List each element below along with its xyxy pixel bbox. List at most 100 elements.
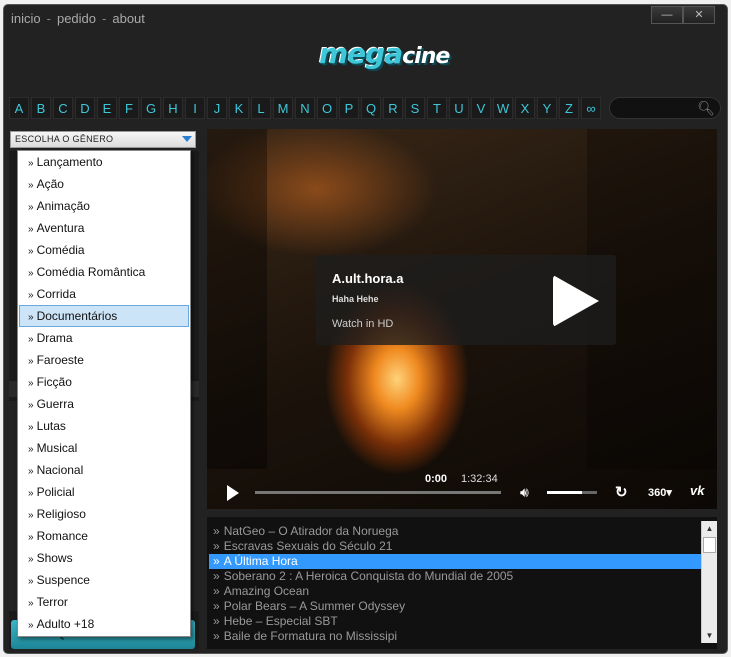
alphabet-letter-y[interactable]: Y <box>537 97 557 119</box>
genre-option[interactable]: » Ficção <box>19 371 189 393</box>
alphabet-letter-v[interactable]: V <box>471 97 491 119</box>
genre-select[interactable]: ESCOLHA O GÊNERO <box>10 131 196 148</box>
bullet-icon: » <box>28 224 34 235</box>
alphabet-letter-all[interactable]: ∞ <box>581 97 601 119</box>
bullet-icon: » <box>28 180 34 191</box>
genre-option[interactable]: » Documentários <box>19 305 189 327</box>
genre-option-label: Drama <box>36 331 73 345</box>
alphabet-letter-w[interactable]: W <box>493 97 513 119</box>
genre-option[interactable]: » Romance <box>19 525 189 547</box>
genre-option[interactable]: » Guerra <box>19 393 189 415</box>
playlist-item[interactable]: » Polar Bears – A Summer Odyssey <box>209 599 701 614</box>
nav-inicio[interactable]: inicio <box>11 11 41 26</box>
progress-bar[interactable] <box>255 491 501 494</box>
genre-option[interactable]: » Ação <box>19 173 189 195</box>
alphabet-letter-h[interactable]: H <box>163 97 183 119</box>
volume-fill <box>547 491 582 494</box>
genre-option[interactable]: » Comédia Romântica <box>19 261 189 283</box>
bullet-icon: » <box>28 620 34 631</box>
volume-icon[interactable]: 🔊︎ <box>520 484 529 501</box>
nav-about[interactable]: about <box>112 11 145 26</box>
playlist-item[interactable]: » Baile de Formatura no Mississipi <box>209 629 701 644</box>
chevron-down-icon[interactable] <box>182 136 192 142</box>
bullet-icon: » <box>28 378 34 389</box>
genre-option[interactable]: » Policial <box>19 481 189 503</box>
video-title[interactable]: A.ult.hora.a <box>332 271 404 286</box>
play-icon[interactable] <box>553 275 599 327</box>
alphabet-letter-n[interactable]: N <box>295 97 315 119</box>
genre-option-label: Religioso <box>36 507 86 521</box>
vk-icon[interactable]: vk <box>690 483 704 498</box>
genre-option[interactable]: » Lutas <box>19 415 189 437</box>
playlist-item[interactable]: » A Última Hora <box>209 554 701 569</box>
genre-option[interactable]: » Aventura <box>19 217 189 239</box>
alphabet-letter-z[interactable]: Z <box>559 97 579 119</box>
playlist-item[interactable]: » Hebe – Especial SBT <box>209 614 701 629</box>
nav-pedido[interactable]: pedido <box>57 11 96 26</box>
bullet-icon: » <box>28 334 34 345</box>
alphabet-letter-o[interactable]: O <box>317 97 337 119</box>
genre-option[interactable]: » Corrida <box>19 283 189 305</box>
genre-option[interactable]: » Shows <box>19 547 189 569</box>
close-button[interactable]: ✕ <box>683 6 715 24</box>
scroll-up-icon[interactable]: ▲ <box>702 521 717 536</box>
genre-option[interactable]: » Faroeste <box>19 349 189 371</box>
scroll-thumb[interactable] <box>703 537 716 553</box>
genre-option-label: Lançamento <box>36 155 103 169</box>
genre-option[interactable]: » Nacional <box>19 459 189 481</box>
genre-option[interactable]: » Adulto +18 <box>19 613 189 635</box>
alphabet-letter-q[interactable]: Q <box>361 97 381 119</box>
quality-select[interactable]: 360▾ <box>648 486 672 499</box>
genre-option[interactable]: » Musical <box>19 437 189 459</box>
play-button[interactable] <box>227 485 239 501</box>
genre-option-label: Corrida <box>36 287 76 301</box>
alphabet-letter-a[interactable]: A <box>9 97 29 119</box>
alphabet-letter-c[interactable]: C <box>53 97 73 119</box>
playlist-item-label: NatGeo – O Atirador da Noruega <box>223 524 399 538</box>
search-icon[interactable]: 🔍︎ <box>697 100 715 117</box>
watch-in-hd-link[interactable]: Watch in HD <box>332 318 393 330</box>
alphabet-letter-g[interactable]: G <box>141 97 161 119</box>
alphabet-letter-f[interactable]: F <box>119 97 139 119</box>
alphabet-letter-e[interactable]: E <box>97 97 117 119</box>
loop-icon[interactable]: ↻ <box>615 483 628 501</box>
video-info-overlay[interactable]: A.ult.hora.a Haha Hehe Watch in HD <box>316 255 616 345</box>
alphabet-letter-s[interactable]: S <box>405 97 425 119</box>
playlist-item[interactable]: » NatGeo – O Atirador da Noruega <box>209 524 701 539</box>
alphabet-letter-b[interactable]: B <box>31 97 51 119</box>
bullet-icon: » <box>28 312 34 323</box>
alphabet-letter-m[interactable]: M <box>273 97 293 119</box>
minimize-button[interactable]: — <box>651 6 683 24</box>
alphabet-letter-t[interactable]: T <box>427 97 447 119</box>
alphabet-letter-j[interactable]: J <box>207 97 227 119</box>
search-input[interactable]: 🔍︎ <box>609 97 721 119</box>
genre-option[interactable]: » Religioso <box>19 503 189 525</box>
genre-option[interactable]: » Lançamento <box>19 151 189 173</box>
playlist-item[interactable]: » Soberano 2 : A Heroica Conquista do Mun… <box>209 569 701 584</box>
bullet-icon: » <box>213 539 220 553</box>
alphabet-letter-x[interactable]: X <box>515 97 535 119</box>
bullet-icon: » <box>28 598 34 609</box>
playlist-item[interactable]: » Escravas Sexuais do Século 21 <box>209 539 701 554</box>
genre-option[interactable]: » Comédia <box>19 239 189 261</box>
alphabet-letter-k[interactable]: K <box>229 97 249 119</box>
video-player[interactable]: A.ult.hora.a Haha Hehe Watch in HD 0:00 … <box>207 129 717 509</box>
playlist-item[interactable]: » Amazing Ocean <box>209 584 701 599</box>
volume-slider[interactable] <box>547 491 597 494</box>
alphabet-letter-p[interactable]: P <box>339 97 359 119</box>
playlist-scrollbar[interactable]: ▲ ▼ <box>701 521 717 643</box>
genre-option[interactable]: » Drama <box>19 327 189 349</box>
bullet-icon: » <box>28 356 34 367</box>
bullet-icon: » <box>28 268 34 279</box>
scroll-down-icon[interactable]: ▼ <box>702 628 717 643</box>
alphabet-letter-l[interactable]: L <box>251 97 271 119</box>
alphabet-letter-i[interactable]: I <box>185 97 205 119</box>
genre-dropdown-list: » Lançamento» Ação» Animação» Aventura» Coméd… <box>17 150 191 637</box>
genre-option[interactable]: » Animação <box>19 195 189 217</box>
alphabet-letter-d[interactable]: D <box>75 97 95 119</box>
bullet-icon: » <box>213 524 220 538</box>
genre-option[interactable]: » Suspence <box>19 569 189 591</box>
alphabet-letter-r[interactable]: R <box>383 97 403 119</box>
alphabet-letter-u[interactable]: U <box>449 97 469 119</box>
genre-option[interactable]: » Terror <box>19 591 189 613</box>
